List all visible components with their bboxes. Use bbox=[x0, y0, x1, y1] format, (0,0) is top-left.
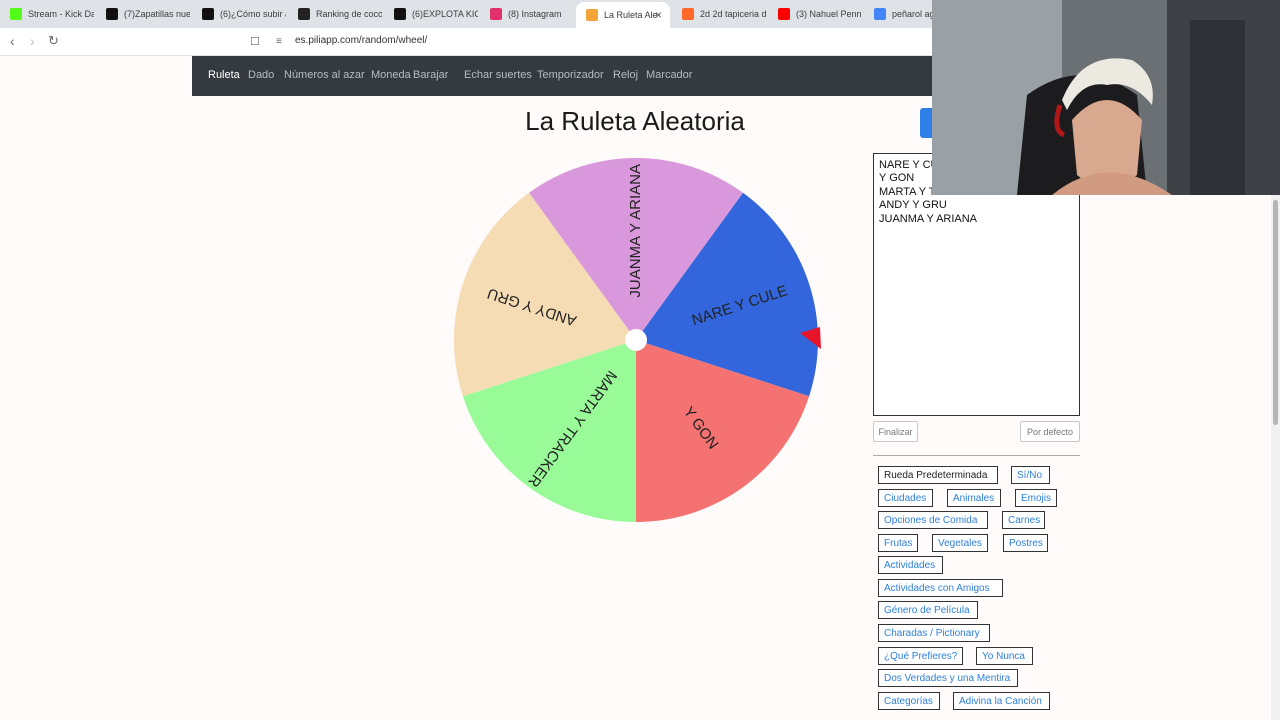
wheel-center-hub bbox=[625, 329, 647, 351]
page-title: La Ruleta Aleatoria bbox=[525, 106, 745, 136]
browser-tab[interactable]: (6)¿Cómo subir a bbox=[192, 3, 286, 25]
browser-tab[interactable]: La Ruleta Ale × bbox=[576, 2, 670, 28]
tab-label: (3) Nahuel Penni bbox=[796, 9, 862, 19]
tab-close-icon[interactable]: × bbox=[655, 8, 662, 22]
tab-label: La Ruleta Ale bbox=[604, 10, 658, 20]
entry-line: JUANMA Y ARIANA bbox=[879, 212, 978, 225]
tab-favicon-icon bbox=[10, 8, 22, 20]
nav-item[interactable]: Barajar bbox=[413, 69, 448, 81]
tab-label: (6)EXPLOTA KICK bbox=[412, 9, 478, 19]
preset-tag[interactable]: Charadas / Pictionary bbox=[878, 624, 990, 642]
back-icon[interactable]: ‹ bbox=[10, 33, 15, 49]
nav-item[interactable]: Dado bbox=[248, 69, 274, 81]
default-button[interactable]: Por defecto bbox=[1020, 421, 1080, 442]
browser-tab[interactable]: Stream - Kick Da bbox=[0, 3, 94, 25]
tab-label: (8) Instagram bbox=[508, 9, 562, 19]
preset-tag[interactable]: Sí/No bbox=[1011, 466, 1050, 484]
tab-favicon-icon bbox=[874, 8, 886, 20]
preset-tag[interactable]: Carnes bbox=[1002, 511, 1045, 529]
preset-tag[interactable]: Adivina la Canción bbox=[953, 692, 1050, 710]
url-field[interactable]: es.piliapp.com/random/wheel/ bbox=[295, 35, 427, 46]
browser-tab[interactable]: (6)EXPLOTA KICK bbox=[384, 3, 478, 25]
browser-tab[interactable]: (7)Zapatillas nue bbox=[96, 3, 190, 25]
preset-tag[interactable]: Ciudades bbox=[878, 489, 933, 507]
preset-tag[interactable]: Actividades con Amigos bbox=[878, 579, 1003, 597]
nav-item[interactable]: Echar suertes bbox=[464, 69, 532, 81]
preset-tag[interactable]: Yo Nunca bbox=[976, 647, 1033, 665]
site-info-icon[interactable]: ≡ bbox=[276, 36, 282, 47]
finish-button[interactable]: Finalizar bbox=[873, 421, 918, 442]
bookmark-icon[interactable]: ☐ bbox=[250, 35, 260, 48]
tab-favicon-icon bbox=[490, 8, 502, 20]
preset-tag[interactable]: Postres bbox=[1003, 534, 1048, 552]
nav-item[interactable]: Marcador bbox=[646, 69, 692, 81]
preset-tag[interactable]: Frutas bbox=[878, 534, 918, 552]
site-navbar: Ruleta Dado Números al azar Moneda Barajar Ec… bbox=[192, 56, 932, 96]
divider bbox=[873, 455, 1080, 456]
tab-label: (7)Zapatillas nue bbox=[124, 9, 190, 19]
nav-item[interactable]: Moneda bbox=[371, 69, 411, 81]
tab-favicon-icon bbox=[682, 8, 694, 20]
nav-item[interactable]: Reloj bbox=[613, 69, 638, 81]
tab-favicon-icon bbox=[298, 8, 310, 20]
preset-tag[interactable]: Dos Verdades y una Mentira bbox=[878, 669, 1018, 687]
preset-tag[interactable]: ¿Qué Prefieres? bbox=[878, 647, 963, 665]
random-wheel[interactable]: NARE Y CULEY GONMARTA Y TRACKERANDY Y GR… bbox=[450, 148, 830, 533]
reload-icon[interactable]: ↻ bbox=[48, 33, 59, 49]
preset-tag[interactable]: Género de Película bbox=[878, 601, 978, 619]
preset-tag[interactable]: Vegetales bbox=[932, 534, 988, 552]
tab-label: (6)¿Cómo subir a bbox=[220, 9, 286, 19]
tab-favicon-icon bbox=[586, 9, 598, 21]
browser-tab[interactable]: Ranking de coco bbox=[288, 3, 382, 25]
preset-tag[interactable]: Opciones de Comida bbox=[878, 511, 988, 529]
preset-tag[interactable]: Emojis bbox=[1015, 489, 1057, 507]
entry-line: ANDY Y GRU bbox=[879, 199, 947, 212]
tab-favicon-icon bbox=[202, 8, 214, 20]
page-scrollbar[interactable] bbox=[1271, 195, 1280, 720]
preset-tag[interactable]: Categorías bbox=[878, 692, 940, 710]
nav-item[interactable]: Ruleta bbox=[208, 69, 240, 81]
tab-favicon-icon bbox=[394, 8, 406, 20]
forward-icon[interactable]: › bbox=[30, 33, 35, 49]
tab-favicon-icon bbox=[778, 8, 790, 20]
browser-tab[interactable]: 2d 2d tapiceria d bbox=[672, 3, 766, 25]
preset-tag[interactable]: Animales bbox=[947, 489, 1001, 507]
tab-label: 2d 2d tapiceria d bbox=[700, 9, 766, 19]
browser-tab[interactable]: (8) Instagram bbox=[480, 3, 574, 25]
webcam-overlay bbox=[932, 0, 1280, 195]
preset-tag[interactable]: Actividades bbox=[878, 556, 943, 574]
nav-item[interactable]: Números al azar bbox=[284, 69, 365, 81]
tab-favicon-icon bbox=[106, 8, 118, 20]
tab-label: Stream - Kick Da bbox=[28, 9, 94, 19]
preset-tag[interactable]: Rueda Predeterminada bbox=[878, 466, 998, 484]
wheel-segment-label: JUANMA Y ARIANA bbox=[627, 164, 644, 298]
tab-label: Ranking de coco bbox=[316, 9, 382, 19]
browser-tab[interactable]: (3) Nahuel Penni bbox=[768, 3, 862, 25]
nav-item[interactable]: Temporizador bbox=[537, 69, 604, 81]
